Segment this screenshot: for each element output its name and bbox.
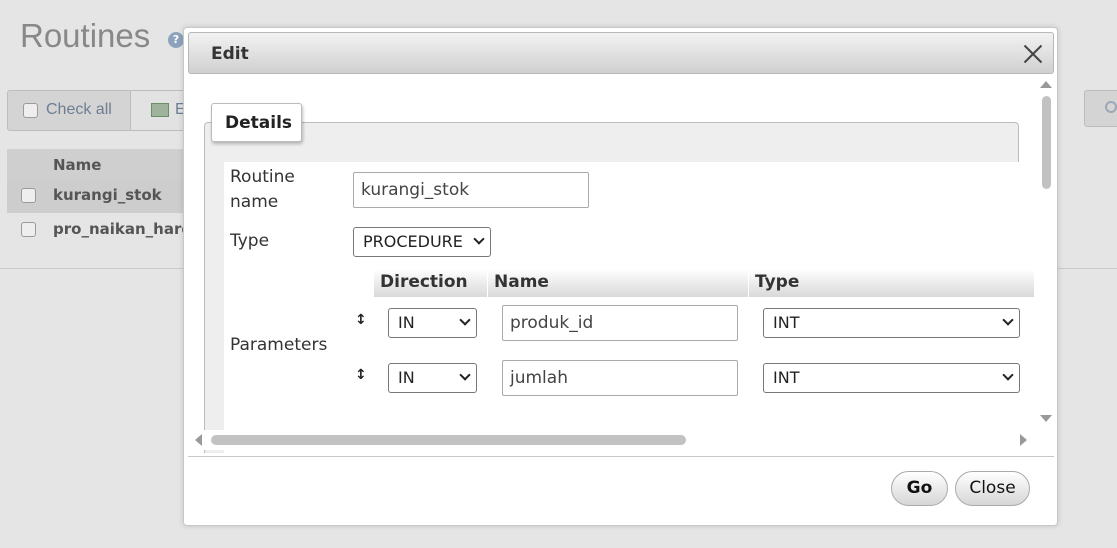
routine-name: kurangi_stok (53, 186, 162, 204)
direction-header: Direction (380, 272, 468, 292)
search-button[interactable] (1084, 90, 1117, 127)
dialog-footer-divider (188, 456, 1054, 457)
param-direction-select[interactable]: IN (388, 308, 477, 338)
chevron-down-icon (1002, 369, 1014, 381)
name-column-header[interactable]: Name (53, 156, 101, 174)
table-row[interactable]: pro_naikan_harg (7, 213, 197, 247)
type-select-value: PROCEDURE (363, 232, 463, 251)
drag-handle-icon[interactable]: ↕ (355, 312, 367, 328)
scrollbar-thumb[interactable] (1042, 96, 1051, 189)
routine-name: pro_naikan_harg (53, 220, 193, 238)
page-title: Routines (20, 17, 151, 54)
parameters-header: Direction Name Type (374, 269, 1034, 297)
close-icon[interactable] (1023, 44, 1043, 64)
row-checkbox[interactable] (21, 188, 36, 203)
drag-handle-icon[interactable]: ↕ (355, 367, 367, 383)
param-name-header: Name (494, 272, 549, 292)
check-all-label: Check all (46, 101, 112, 118)
param-name-input[interactable]: produk_id (502, 305, 738, 341)
routines-toolbar: Check all E (7, 90, 211, 131)
go-button[interactable]: Go (891, 471, 948, 506)
tab-details[interactable]: Details (211, 103, 302, 142)
vertical-scrollbar[interactable] (1037, 78, 1055, 428)
dialog-titlebar[interactable]: Edit (188, 32, 1054, 74)
export-icon (151, 103, 169, 117)
check-all-checkbox[interactable] (23, 102, 38, 118)
dialog-scroll-area: Details Routine name kurangi_stok Type P… (189, 78, 1055, 453)
routine-form: Routine name kurangi_stok Type PROCEDURE… (224, 162, 1034, 453)
chevron-down-icon (473, 233, 485, 245)
check-all-control[interactable]: Check all (23, 101, 112, 119)
header-separator (487, 269, 488, 297)
param-type-select[interactable]: INT (763, 308, 1020, 338)
param-direction-value: IN (398, 368, 415, 387)
search-icon (1105, 101, 1117, 113)
chevron-down-icon (459, 369, 471, 381)
scroll-right-icon[interactable] (1020, 434, 1027, 446)
scroll-down-icon[interactable] (1040, 415, 1052, 422)
table-header: Name (7, 149, 197, 179)
type-label: Type (230, 231, 270, 251)
row-checkbox[interactable] (21, 222, 36, 237)
param-direction-select[interactable]: IN (388, 363, 477, 393)
close-button[interactable]: Close (955, 471, 1030, 506)
chevron-down-icon (459, 314, 471, 326)
help-icon[interactable]: ? (168, 32, 184, 48)
routine-name-label-line1: Routine (230, 167, 295, 187)
param-type-value: INT (773, 368, 800, 387)
routines-table: Name kurangi_stok pro_naikan_harg (7, 149, 197, 247)
chevron-down-icon (1002, 314, 1014, 326)
param-type-value: INT (773, 313, 800, 332)
tab-details-label: Details (225, 113, 293, 133)
routine-name-label-line2: name (230, 192, 279, 212)
param-type-header: Type (755, 272, 800, 292)
scrollbar-thumb[interactable] (211, 435, 686, 445)
param-name-input[interactable]: jumlah (502, 360, 738, 396)
routine-name-input[interactable]: kurangi_stok (353, 172, 589, 208)
edit-routine-dialog: Edit Details Routine name kurangi_stok T… (183, 27, 1058, 526)
table-row[interactable]: kurangi_stok (7, 179, 197, 213)
horizontal-scrollbar[interactable] (189, 430, 1037, 450)
param-direction-value: IN (398, 313, 415, 332)
header-separator (748, 269, 749, 297)
routine-name-label: Routine name (230, 165, 295, 215)
scroll-left-icon[interactable] (195, 434, 202, 446)
type-select[interactable]: PROCEDURE (353, 227, 491, 257)
parameters-label: Parameters (230, 335, 328, 355)
scroll-up-icon[interactable] (1040, 81, 1052, 88)
dialog-title: Edit (211, 44, 249, 64)
param-type-select[interactable]: INT (763, 363, 1020, 393)
